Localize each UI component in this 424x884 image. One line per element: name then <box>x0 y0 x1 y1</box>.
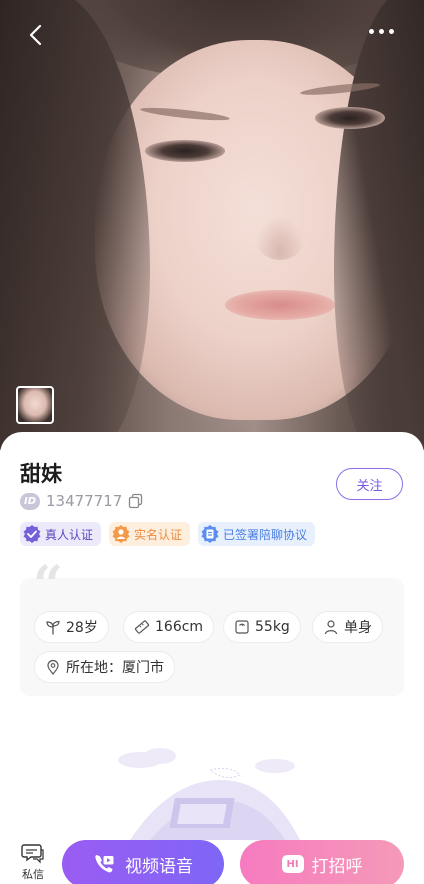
sprout-icon <box>46 620 60 635</box>
say-hi-button[interactable]: HI 打招呼 <box>240 840 404 884</box>
id-badge-icon: ID <box>20 492 40 510</box>
profile-name: 甜妹 <box>20 462 62 486</box>
photo-thumbnail[interactable] <box>16 386 54 424</box>
location-chip: 所在地：厦门市 <box>34 651 175 683</box>
ruler-icon <box>134 620 150 634</box>
copy-icon[interactable] <box>128 493 144 509</box>
tag-label: 已签署陪聊协议 <box>223 527 308 542</box>
age-value: 28岁 <box>66 620 98 636</box>
tag-label: 真人认证 <box>45 527 94 542</box>
tag-label: 实名认证 <box>134 527 183 542</box>
follow-button[interactable]: 关注 <box>336 468 403 500</box>
hi-chat-icon: HI <box>281 855 304 873</box>
location-pin-icon <box>47 659 59 675</box>
verified-shield-icon <box>23 525 41 543</box>
scale-icon <box>235 620 249 634</box>
video-voice-label: 视频语音 <box>125 856 193 877</box>
chat-bubble-icon <box>21 844 44 864</box>
tag-agreement: 已签署陪聊协议 <box>198 522 316 546</box>
tag-real-name: 实名认证 <box>109 522 191 546</box>
agreement-icon <box>201 525 219 543</box>
id-number: 13477717 <box>46 492 123 510</box>
quote-mark: “ <box>33 555 63 616</box>
realname-badge-icon <box>112 525 130 543</box>
back-icon[interactable] <box>22 20 52 50</box>
weight-value: 55kg <box>255 619 290 635</box>
video-phone-icon <box>95 855 114 873</box>
video-voice-button[interactable]: 视频语音 <box>62 840 224 884</box>
location-value: 所在地：厦门市 <box>66 660 164 676</box>
say-hi-label: 打招呼 <box>311 856 363 877</box>
empty-state-illustration <box>118 748 300 840</box>
person-icon <box>324 620 338 635</box>
age-chip: 28岁 <box>34 611 109 643</box>
id-row: ID 13477717 <box>20 492 144 510</box>
status-chip: 单身 <box>312 611 383 643</box>
message-label: 私信 <box>22 868 44 881</box>
tag-real-person: 真人认证 <box>20 522 102 546</box>
message-button[interactable]: 私信 <box>16 842 50 882</box>
height-value: 166cm <box>155 619 204 635</box>
profile-photo <box>0 0 424 450</box>
height-chip: 166cm <box>123 611 215 643</box>
verification-tags: 真人认证 实名认证 已签署陪聊协议 <box>20 522 316 546</box>
more-options-icon[interactable] <box>364 24 394 38</box>
weight-chip: 55kg <box>223 611 301 643</box>
status-value: 单身 <box>344 620 372 636</box>
